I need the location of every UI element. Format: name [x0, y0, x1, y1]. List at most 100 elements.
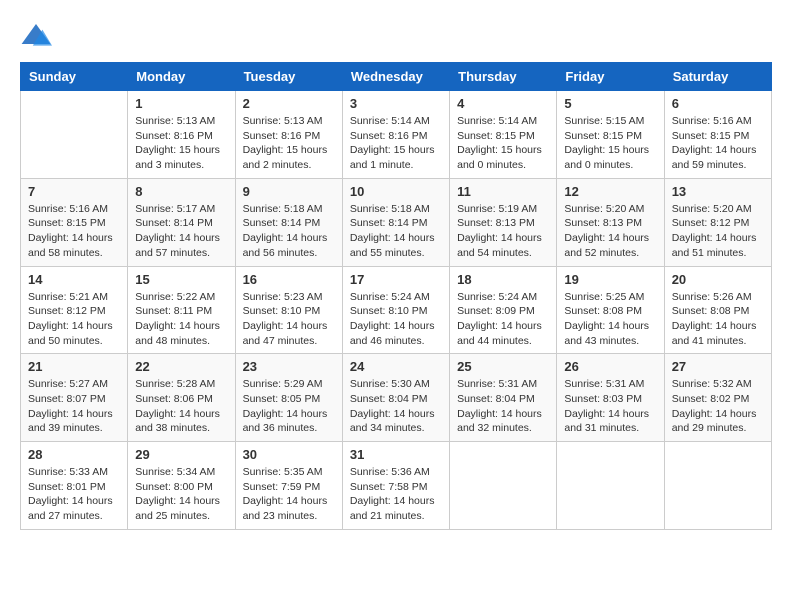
page-header — [20, 20, 772, 52]
cell-info: Sunrise: 5:18 AM Sunset: 8:14 PM Dayligh… — [350, 202, 442, 261]
day-number: 3 — [350, 96, 442, 111]
day-number: 28 — [28, 447, 120, 462]
day-number: 10 — [350, 184, 442, 199]
day-number: 30 — [243, 447, 335, 462]
cell-info: Sunrise: 5:22 AM Sunset: 8:11 PM Dayligh… — [135, 290, 227, 349]
cell-info: Sunrise: 5:26 AM Sunset: 8:08 PM Dayligh… — [672, 290, 764, 349]
calendar-week-row: 14 Sunrise: 5:21 AM Sunset: 8:12 PM Dayli… — [21, 266, 772, 354]
calendar-cell: 24 Sunrise: 5:30 AM Sunset: 8:04 PM Dayli… — [342, 354, 449, 442]
calendar-week-row: 28 Sunrise: 5:33 AM Sunset: 8:01 PM Dayli… — [21, 442, 772, 530]
calendar-cell: 31 Sunrise: 5:36 AM Sunset: 7:58 PM Dayli… — [342, 442, 449, 530]
cell-info: Sunrise: 5:35 AM Sunset: 7:59 PM Dayligh… — [243, 465, 335, 524]
calendar-cell: 22 Sunrise: 5:28 AM Sunset: 8:06 PM Dayli… — [128, 354, 235, 442]
day-number: 26 — [564, 359, 656, 374]
day-header-sunday: Sunday — [21, 63, 128, 91]
calendar-header-row: SundayMondayTuesdayWednesdayThursdayFrid… — [21, 63, 772, 91]
day-number: 14 — [28, 272, 120, 287]
cell-info: Sunrise: 5:16 AM Sunset: 8:15 PM Dayligh… — [672, 114, 764, 173]
day-header-thursday: Thursday — [450, 63, 557, 91]
cell-info: Sunrise: 5:36 AM Sunset: 7:58 PM Dayligh… — [350, 465, 442, 524]
calendar-cell — [450, 442, 557, 530]
calendar-cell: 6 Sunrise: 5:16 AM Sunset: 8:15 PM Daylig… — [664, 91, 771, 179]
calendar-cell: 23 Sunrise: 5:29 AM Sunset: 8:05 PM Dayli… — [235, 354, 342, 442]
day-header-saturday: Saturday — [664, 63, 771, 91]
day-number: 1 — [135, 96, 227, 111]
day-number: 29 — [135, 447, 227, 462]
cell-info: Sunrise: 5:24 AM Sunset: 8:09 PM Dayligh… — [457, 290, 549, 349]
calendar-cell: 15Sunrise: 5:22 AM Sunset: 8:11 PM Dayli… — [128, 266, 235, 354]
calendar-cell: 2 Sunrise: 5:13 AM Sunset: 8:16 PM Daylig… — [235, 91, 342, 179]
calendar-cell: 26Sunrise: 5:31 AM Sunset: 8:03 PM Dayli… — [557, 354, 664, 442]
cell-info: Sunrise: 5:13 AM Sunset: 8:16 PM Dayligh… — [243, 114, 335, 173]
calendar-cell: 27 Sunrise: 5:32 AM Sunset: 8:02 PM Dayli… — [664, 354, 771, 442]
cell-info: Sunrise: 5:16 AM Sunset: 8:15 PM Dayligh… — [28, 202, 120, 261]
cell-info: Sunrise: 5:15 AM Sunset: 8:15 PM Dayligh… — [564, 114, 656, 173]
day-number: 20 — [672, 272, 764, 287]
day-number: 16 — [243, 272, 335, 287]
cell-info: Sunrise: 5:33 AM Sunset: 8:01 PM Dayligh… — [28, 465, 120, 524]
calendar-cell: 19 Sunrise: 5:25 AM Sunset: 8:08 PM Dayli… — [557, 266, 664, 354]
day-number: 31 — [350, 447, 442, 462]
calendar-cell: 3Sunrise: 5:14 AM Sunset: 8:16 PM Daylig… — [342, 91, 449, 179]
cell-info: Sunrise: 5:18 AM Sunset: 8:14 PM Dayligh… — [243, 202, 335, 261]
calendar-cell — [557, 442, 664, 530]
cell-info: Sunrise: 5:20 AM Sunset: 8:13 PM Dayligh… — [564, 202, 656, 261]
day-number: 8 — [135, 184, 227, 199]
day-number: 24 — [350, 359, 442, 374]
day-number: 17 — [350, 272, 442, 287]
cell-info: Sunrise: 5:23 AM Sunset: 8:10 PM Dayligh… — [243, 290, 335, 349]
cell-info: Sunrise: 5:19 AM Sunset: 8:13 PM Dayligh… — [457, 202, 549, 261]
day-number: 27 — [672, 359, 764, 374]
day-number: 23 — [243, 359, 335, 374]
calendar-cell: 8 Sunrise: 5:17 AM Sunset: 8:14 PM Daylig… — [128, 178, 235, 266]
calendar-cell: 21 Sunrise: 5:27 AM Sunset: 8:07 PM Dayli… — [21, 354, 128, 442]
logo — [20, 20, 56, 52]
day-number: 12 — [564, 184, 656, 199]
calendar-week-row: 7Sunrise: 5:16 AM Sunset: 8:15 PM Daylig… — [21, 178, 772, 266]
calendar-cell: 17 Sunrise: 5:24 AM Sunset: 8:10 PM Dayli… — [342, 266, 449, 354]
calendar-cell: 25Sunrise: 5:31 AM Sunset: 8:04 PM Dayli… — [450, 354, 557, 442]
day-header-monday: Monday — [128, 63, 235, 91]
cell-info: Sunrise: 5:25 AM Sunset: 8:08 PM Dayligh… — [564, 290, 656, 349]
cell-info: Sunrise: 5:29 AM Sunset: 8:05 PM Dayligh… — [243, 377, 335, 436]
calendar-cell: 1Sunrise: 5:13 AM Sunset: 8:16 PM Daylig… — [128, 91, 235, 179]
calendar-week-row: 21 Sunrise: 5:27 AM Sunset: 8:07 PM Dayli… — [21, 354, 772, 442]
day-number: 9 — [243, 184, 335, 199]
cell-info: Sunrise: 5:24 AM Sunset: 8:10 PM Dayligh… — [350, 290, 442, 349]
cell-info: Sunrise: 5:34 AM Sunset: 8:00 PM Dayligh… — [135, 465, 227, 524]
calendar-cell: 4 Sunrise: 5:14 AM Sunset: 8:15 PM Daylig… — [450, 91, 557, 179]
calendar-week-row: 1 Sunrise: 5:13 AM Sunset: 8:16 PM Daylig… — [21, 91, 772, 179]
cell-info: Sunrise: 5:31 AM Sunset: 8:04 PM Dayligh… — [457, 377, 549, 436]
day-number: 13 — [672, 184, 764, 199]
calendar-cell: 16 Sunrise: 5:23 AM Sunset: 8:10 PM Dayli… — [235, 266, 342, 354]
day-number: 5 — [564, 96, 656, 111]
cell-info: Sunrise: 5:20 AM Sunset: 8:12 PM Dayligh… — [672, 202, 764, 261]
cell-info: Sunrise: 5:21 AM Sunset: 8:12 PM Dayligh… — [28, 290, 120, 349]
calendar-cell: 10 Sunrise: 5:18 AM Sunset: 8:14 PM Dayli… — [342, 178, 449, 266]
calendar-cell: 12 Sunrise: 5:20 AM Sunset: 8:13 PM Dayli… — [557, 178, 664, 266]
cell-info: Sunrise: 5:30 AM Sunset: 8:04 PM Dayligh… — [350, 377, 442, 436]
calendar-cell: 28 Sunrise: 5:33 AM Sunset: 8:01 PM Dayli… — [21, 442, 128, 530]
cell-info: Sunrise: 5:17 AM Sunset: 8:14 PM Dayligh… — [135, 202, 227, 261]
day-number: 6 — [672, 96, 764, 111]
calendar-cell: 20 Sunrise: 5:26 AM Sunset: 8:08 PM Dayli… — [664, 266, 771, 354]
day-number: 21 — [28, 359, 120, 374]
calendar-cell: 18 Sunrise: 5:24 AM Sunset: 8:09 PM Dayli… — [450, 266, 557, 354]
day-number: 18 — [457, 272, 549, 287]
cell-info: Sunrise: 5:27 AM Sunset: 8:07 PM Dayligh… — [28, 377, 120, 436]
cell-info: Sunrise: 5:32 AM Sunset: 8:02 PM Dayligh… — [672, 377, 764, 436]
calendar-cell — [664, 442, 771, 530]
day-header-friday: Friday — [557, 63, 664, 91]
calendar-cell: 29 Sunrise: 5:34 AM Sunset: 8:00 PM Dayli… — [128, 442, 235, 530]
cell-info: Sunrise: 5:28 AM Sunset: 8:06 PM Dayligh… — [135, 377, 227, 436]
day-number: 19 — [564, 272, 656, 287]
day-header-wednesday: Wednesday — [342, 63, 449, 91]
day-number: 4 — [457, 96, 549, 111]
day-header-tuesday: Tuesday — [235, 63, 342, 91]
day-number: 11 — [457, 184, 549, 199]
cell-info: Sunrise: 5:14 AM Sunset: 8:15 PM Dayligh… — [457, 114, 549, 173]
calendar-cell: 14 Sunrise: 5:21 AM Sunset: 8:12 PM Dayli… — [21, 266, 128, 354]
day-number: 2 — [243, 96, 335, 111]
calendar-cell: 13 Sunrise: 5:20 AM Sunset: 8:12 PM Dayli… — [664, 178, 771, 266]
day-number: 22 — [135, 359, 227, 374]
